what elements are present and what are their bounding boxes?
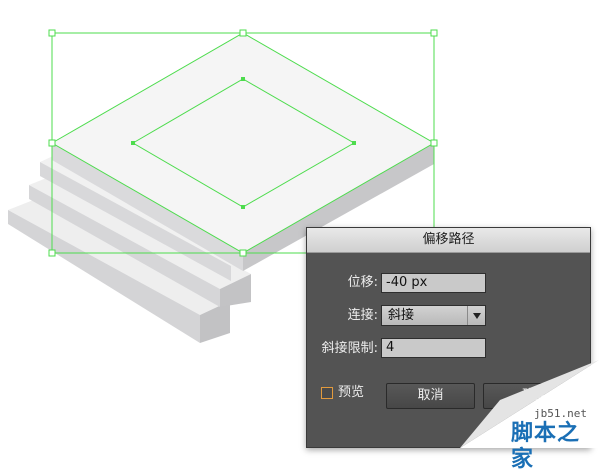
- anchor-point[interactable]: [352, 141, 356, 145]
- joins-label: 连接:: [347, 308, 378, 323]
- handle-bottom-middle[interactable]: [239, 249, 247, 257]
- preview-checkbox[interactable]: [321, 387, 333, 399]
- anchor-point[interactable]: [241, 77, 245, 81]
- watermark-brand: 脚本之家: [511, 421, 581, 472]
- anchor-point[interactable]: [131, 141, 135, 145]
- offset-input[interactable]: -40 px: [381, 273, 486, 293]
- handle-middle-left[interactable]: [48, 139, 56, 147]
- joins-selected-value: 斜接: [388, 308, 415, 323]
- preview-label[interactable]: 预览: [338, 384, 364, 402]
- handle-middle-right[interactable]: [430, 139, 438, 147]
- joins-select[interactable]: 斜接: [381, 305, 486, 326]
- watermark-url: jb51.net: [534, 407, 587, 420]
- miter-limit-label: 斜接限制:: [321, 341, 378, 356]
- dialog-title[interactable]: 偏移路径: [307, 228, 590, 253]
- anchor-point[interactable]: [241, 205, 245, 209]
- handle-top-right[interactable]: [430, 29, 438, 37]
- handle-top-middle[interactable]: [239, 29, 247, 37]
- handle-bottom-left[interactable]: [48, 249, 56, 257]
- handle-top-left[interactable]: [48, 29, 56, 37]
- miter-limit-input[interactable]: 4: [381, 338, 486, 358]
- chevron-down-icon[interactable]: [467, 306, 485, 325]
- offset-label: 位移:: [347, 275, 378, 290]
